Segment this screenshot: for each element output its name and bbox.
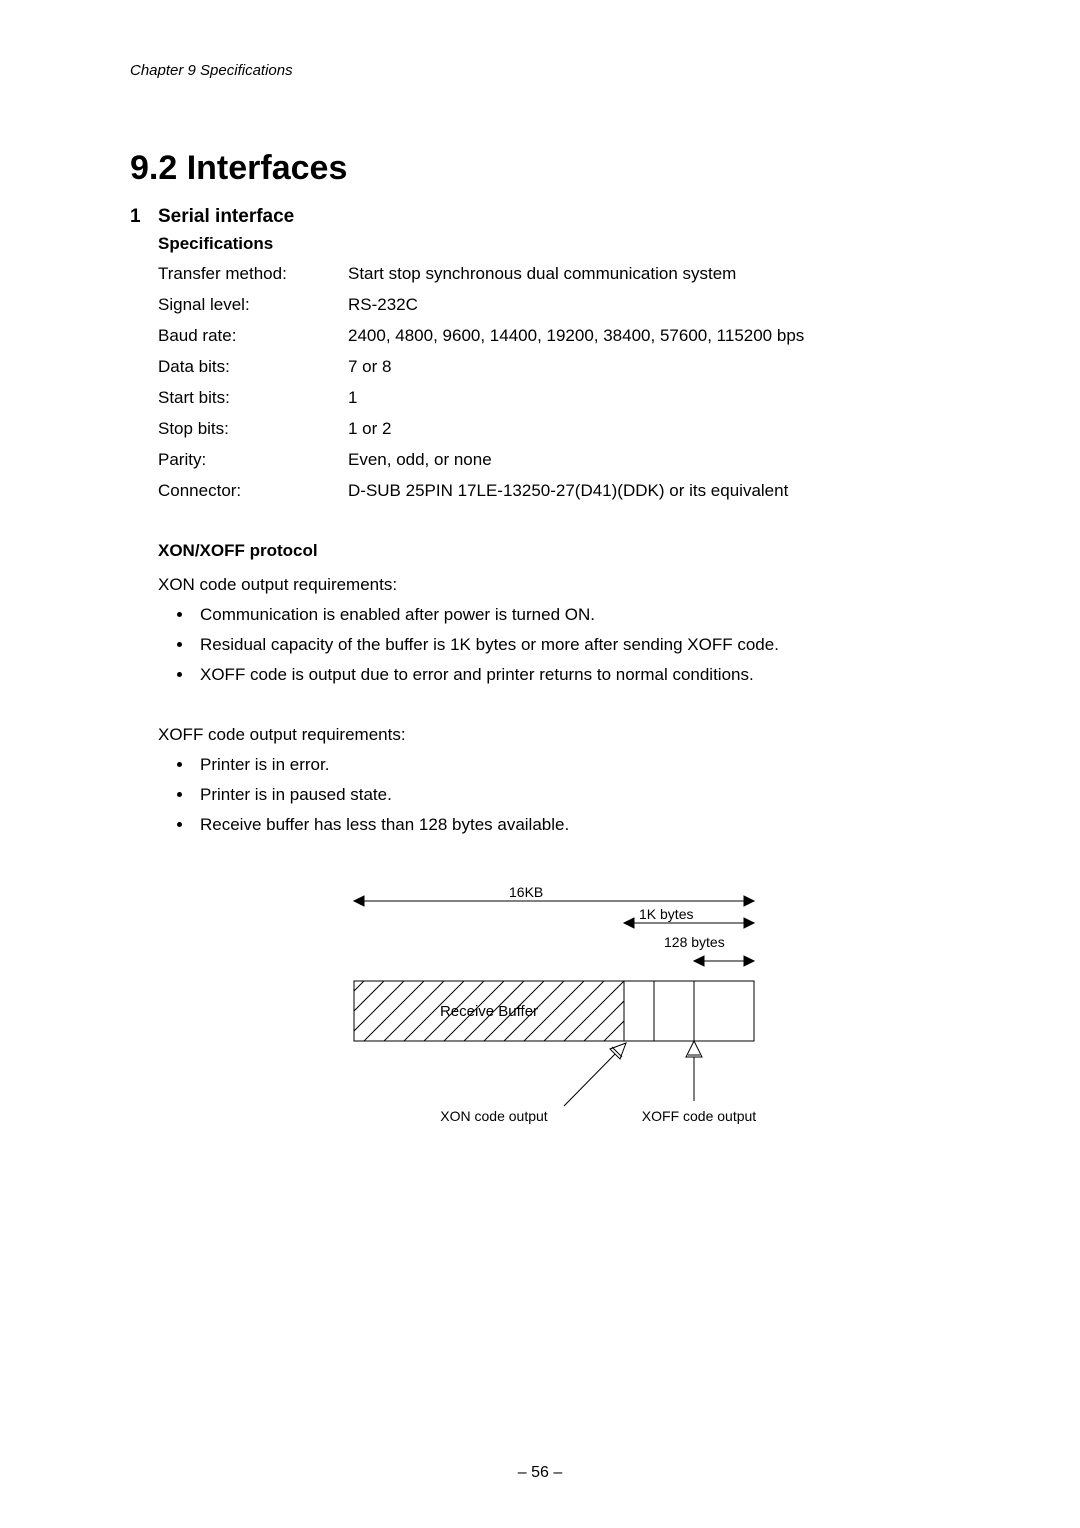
spec-label: Stop bits: [158,419,348,439]
spec-value: Even, odd, or none [348,450,950,470]
diagram-buffer-label: Receive Buffer [440,1003,538,1020]
spec-label: Data bits: [158,357,348,377]
spec-row: Signal level: RS-232C [158,295,950,315]
diagram-xoff-caption: XOFF code output [642,1108,757,1124]
diagram-total-label: 16KB [509,884,543,900]
list-item: Receive buffer has less than 128 bytes a… [194,815,950,835]
diagram-xon-caption: XON code output [440,1108,548,1124]
spec-value: 1 [348,388,950,408]
diagram-128-label: 128 bytes [664,934,725,950]
running-head: Chapter 9 Specifications [130,62,950,79]
page-number: – 56 – [0,1464,1080,1482]
spec-row: Parity: Even, odd, or none [158,450,950,470]
spec-value: 7 or 8 [348,357,950,377]
spec-row: Start bits: 1 [158,388,950,408]
diagram-1k-label: 1K bytes [639,906,693,922]
spec-label: Connector: [158,481,348,501]
specifications-heading: Specifications [158,234,950,254]
spec-label: Baud rate: [158,326,348,346]
list-item: Residual capacity of the buffer is 1K by… [194,635,950,655]
xon-requirements-list: Communication is enabled after power is … [158,605,950,685]
list-item: Communication is enabled after power is … [194,605,950,625]
spec-label: Start bits: [158,388,348,408]
list-item: Printer is in error. [194,755,950,775]
spec-value: RS-232C [348,295,950,315]
spec-value: 2400, 4800, 9600, 14400, 19200, 38400, 5… [348,326,950,346]
spec-row: Stop bits: 1 or 2 [158,419,950,439]
spec-row: Data bits: 7 or 8 [158,357,950,377]
spec-value: 1 or 2 [348,419,950,439]
spec-value: Start stop synchronous dual communicatio… [348,264,950,284]
list-item: Printer is in paused state. [194,785,950,805]
spec-row: Transfer method: Start stop synchronous … [158,264,950,284]
xoff-requirements-intro: XOFF code output requirements: [158,725,950,745]
buffer-diagram: 16KB 1K bytes 128 bytes Receive Buffer X… [158,881,950,1141]
specifications-table: Transfer method: Start stop synchronous … [158,264,950,501]
spec-row: Baud rate: 2400, 4800, 9600, 14400, 1920… [158,326,950,346]
xon-xoff-protocol-heading: XON/XOFF protocol [158,541,950,561]
spec-label: Signal level: [158,295,348,315]
section-heading-9-2: 9.2 Interfaces [130,149,950,188]
list-item: XOFF code is output due to error and pri… [194,665,950,685]
spec-label: Parity: [158,450,348,470]
spec-row: Connector: D-SUB 25PIN 17LE-13250-27(D41… [158,481,950,501]
subsection-number: 1 [130,206,158,228]
spec-value: D-SUB 25PIN 17LE-13250-27(D41)(DDK) or i… [348,481,950,501]
xoff-requirements-list: Printer is in error. Printer is in pause… [158,755,950,835]
spec-label: Transfer method: [158,264,348,284]
subsection-title-serial-interface: Serial interface [158,206,294,228]
xon-requirements-intro: XON code output requirements: [158,575,950,595]
